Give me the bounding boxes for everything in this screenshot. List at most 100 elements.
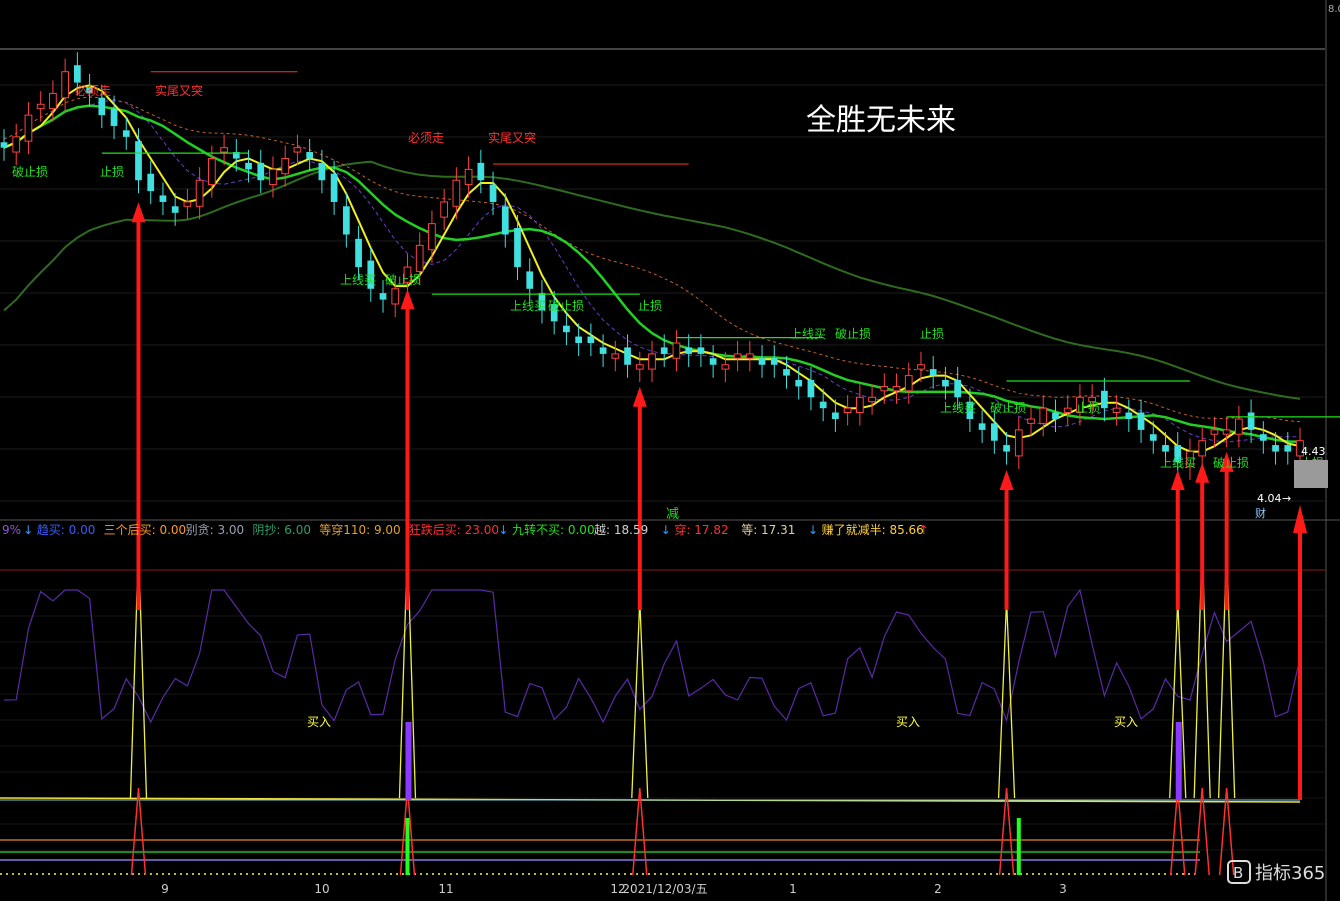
candle-body (733, 353, 742, 359)
x-tick-label: 3 (1059, 882, 1067, 896)
candle-body (61, 71, 69, 99)
indicator-value: 9% (2, 523, 21, 537)
buy-signal-bar (1175, 722, 1182, 800)
top-axis-label: 8.0 (1328, 4, 1340, 15)
candle-body (1235, 418, 1243, 435)
chart-annotation: 买入 (896, 715, 920, 729)
wealth-label: 财 (1255, 506, 1266, 520)
indicator-value: ↓ (661, 523, 671, 537)
oscillator-spike (631, 599, 649, 799)
candle-body (855, 396, 864, 414)
candle-body (1101, 390, 1108, 409)
chart-annotation: 买入 (1114, 715, 1138, 729)
candle-body (892, 385, 901, 392)
candle-body (391, 288, 400, 305)
chart-annotation: 破止损 (548, 298, 584, 313)
candle-body (1125, 412, 1133, 420)
chart-annotation: 止损 (638, 299, 662, 313)
candle-body (110, 108, 118, 126)
chart-annotation: 上线买 (1160, 456, 1196, 470)
candle-body (635, 364, 644, 370)
x-tick-label: 2 (934, 882, 942, 896)
candle-body (1222, 429, 1231, 435)
indicator-value: 赚了就减半: 85.66 (822, 522, 924, 537)
buy-arrow-head (400, 289, 415, 310)
chart-annotation: 上线买 (510, 299, 546, 313)
stock-chart[interactable]: 8.0 91011122021/12/03/五123 必须走实尾又突必须走实尾又… (0, 0, 1340, 901)
candle-body (942, 379, 949, 387)
candle-body (832, 412, 839, 420)
candle-body (563, 325, 570, 333)
candle-body (49, 92, 57, 110)
chart-annotation: 破止损 (835, 326, 871, 341)
candle-body (526, 271, 534, 289)
candle-body (257, 162, 265, 181)
candle-body (464, 168, 473, 186)
candle-body (306, 152, 314, 159)
candle-body (795, 379, 803, 387)
indicator-value: 九转不买: 0.00 (512, 522, 595, 537)
indicator-value: 狂跌后买: 23.00 (409, 522, 499, 537)
candle-body (501, 206, 509, 235)
candle-body (452, 179, 461, 207)
indicator-value: 等: 17.31 (741, 523, 795, 537)
indicator-value: ↑ (919, 523, 929, 537)
candle-body (1014, 429, 1023, 457)
candle-body (12, 136, 21, 153)
svg-text:B: B (1233, 864, 1243, 882)
last-price-label: 4.43 (1301, 445, 1326, 458)
x-tick-label: 11 (438, 882, 453, 896)
x-tick-label: 1 (789, 882, 797, 896)
chart-annotation: 买入 (307, 715, 331, 729)
chart-annotation: 止损 (1076, 401, 1100, 415)
candle-body (660, 347, 668, 354)
candle-body (709, 358, 717, 365)
candle-body (122, 130, 130, 137)
chart-annotation: 实尾又突 (488, 130, 536, 145)
candle-body (1284, 445, 1292, 452)
candle-body (1198, 440, 1207, 457)
chart-annotation: 止损 (920, 327, 944, 341)
candle-body (477, 162, 485, 181)
chart-title: 全胜无未来 (806, 103, 956, 138)
candle-body (428, 223, 436, 251)
stop-levels (101, 71, 1340, 418)
candle-body (745, 353, 754, 359)
candle-body (587, 336, 595, 344)
candle-body (880, 385, 889, 392)
candle-body (1162, 445, 1169, 452)
candle-body (1039, 407, 1048, 424)
red-spike (130, 787, 147, 876)
candle-body (758, 358, 766, 365)
candle-body (73, 65, 81, 83)
x-axis: 9 10 11 122021/12/03/五 1 2 3 (161, 882, 1067, 896)
watermark-text: 指标365 (1255, 863, 1325, 884)
oscillator-pane (0, 544, 1301, 876)
oscillator-purple-line (3, 588, 1301, 724)
candle-body (978, 423, 986, 430)
indicator-value: ↓ (498, 523, 508, 537)
buy-arrow-head (999, 470, 1014, 490)
reduce-label: 减 (666, 507, 679, 522)
candle-body (954, 379, 962, 398)
candle-body (1052, 412, 1059, 420)
watermark: B 指标365 (1227, 860, 1325, 884)
candle-body (868, 396, 876, 403)
candle-body (36, 103, 45, 110)
candle-body (220, 147, 228, 153)
chart-annotation: 破止损 (385, 272, 421, 287)
candle-body (990, 423, 998, 441)
candle-body (281, 158, 290, 175)
red-spike (632, 787, 648, 876)
candle-body (135, 141, 142, 181)
x-tick-label: 9 (161, 882, 169, 896)
chart-annotation: 必须走 (75, 84, 111, 98)
chart-annotation: 破止损 (12, 164, 48, 179)
indicator-value: 穿: 17.82 (674, 522, 728, 537)
x-tick-label: 10 (314, 882, 329, 896)
indicator-value: 阴抄: 6.00 (252, 523, 311, 537)
oscillator-spike (997, 599, 1016, 799)
candle-body (770, 358, 778, 365)
indicator-value: 趋买: 0.00 (37, 523, 96, 537)
candle-body (24, 114, 33, 142)
